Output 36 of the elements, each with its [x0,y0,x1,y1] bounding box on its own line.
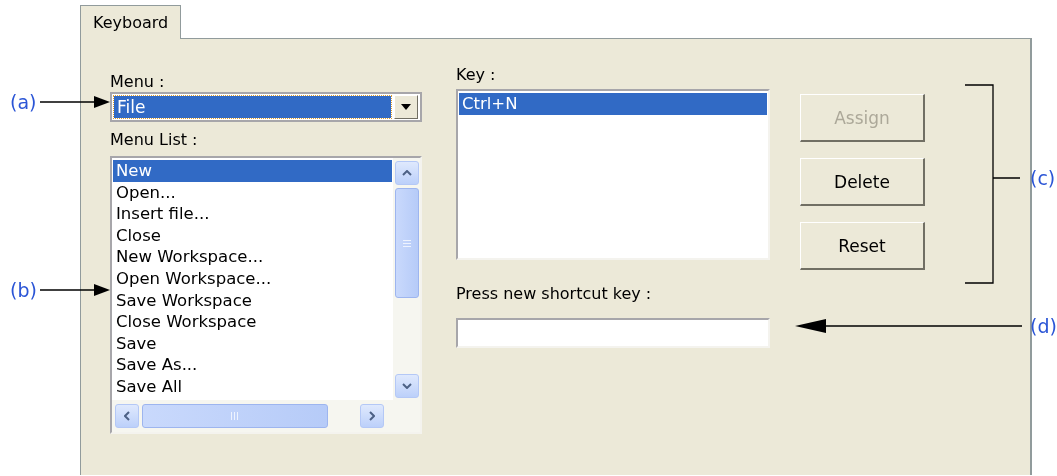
list-item[interactable]: Save All [113,375,392,398]
list-item[interactable]: Insert file... [113,203,392,225]
list-item[interactable]: New Workspace... [113,246,392,268]
list-item[interactable]: Close [113,224,392,247]
callout-label: (c) [1030,167,1056,189]
menu-listbox[interactable]: New Open... Insert file... Close New Workspace... Open Workspace... Save Workspace Close Workspace Save Save As... Save All [110,156,422,434]
dropdown-button[interactable] [394,95,418,119]
vertical-scrollbar[interactable] [393,158,420,400]
shortcut-input[interactable] [456,318,770,348]
menu-label: Menu : [110,72,166,92]
callout-arrow [39,284,110,296]
callout-label: (a) [10,91,37,113]
list-item[interactable]: New [113,160,392,182]
action-button[interactable]: Delete [800,158,925,206]
callout-label: (d) [1030,315,1057,337]
callout-label: (b) [10,279,37,301]
shortcut-label: Press new shortcut key : [456,284,653,304]
scroll-thumb[interactable] [142,404,328,428]
list-item[interactable]: Save Workspace [113,289,392,312]
list-item[interactable]: Open Workspace... [113,267,392,290]
list-item[interactable]: Open... [113,181,392,204]
key-label: Key : [456,65,497,85]
caret-icon [401,104,411,110]
menu-dropdown[interactable]: File [110,92,422,122]
list-item[interactable]: Ctrl+N [459,93,767,115]
scroll-thumb[interactable] [394,188,419,298]
list-item[interactable]: Close Workspace [113,311,392,333]
list-item[interactable]: Save As... [113,354,392,376]
callout-arrow [39,96,110,108]
list-item[interactable]: Save [113,332,392,355]
key-listbox[interactable]: Ctrl+N [456,89,770,260]
menu-list-label: Menu List : [110,130,199,150]
keyboard-tab[interactable]: Keyboard [80,5,182,39]
selected-value: File [114,96,391,118]
horizontal-scrollbar[interactable] [112,400,420,432]
action-button[interactable]: Reset [800,222,925,270]
